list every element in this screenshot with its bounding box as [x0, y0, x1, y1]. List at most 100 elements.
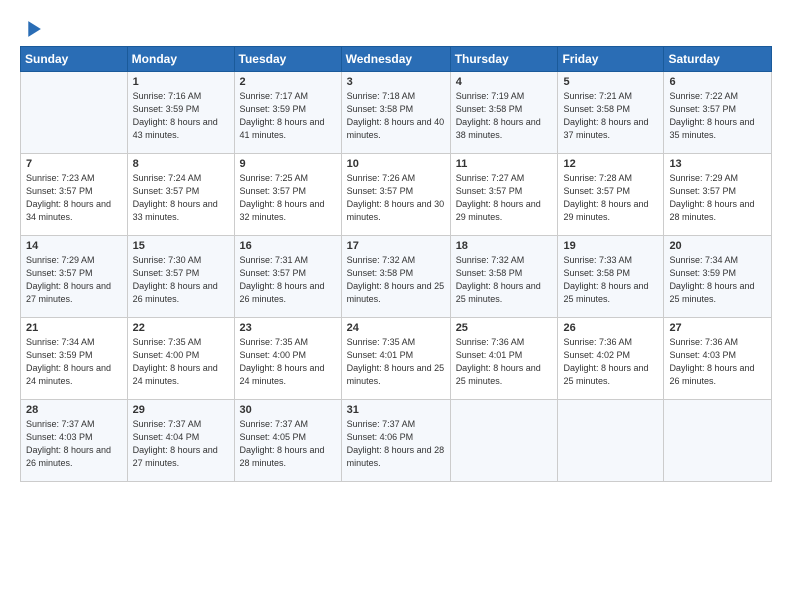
daylight-hours: Daylight: 8 hours and 34 minutes. [26, 199, 111, 222]
table-row: 28 Sunrise: 7:37 AM Sunset: 4:03 PM Dayl… [21, 400, 128, 482]
day-detail: Sunrise: 7:17 AM Sunset: 3:59 PM Dayligh… [240, 90, 336, 142]
sunrise-time: Sunrise: 7:26 AM [347, 173, 416, 183]
sunset-time: Sunset: 3:57 PM [563, 186, 630, 196]
day-number: 31 [347, 404, 445, 416]
daylight-hours: Daylight: 8 hours and 25 minutes. [347, 281, 445, 304]
daylight-hours: Daylight: 8 hours and 32 minutes. [240, 199, 325, 222]
table-row: 23 Sunrise: 7:35 AM Sunset: 4:00 PM Dayl… [234, 318, 341, 400]
table-row: 19 Sunrise: 7:33 AM Sunset: 3:58 PM Dayl… [558, 236, 664, 318]
table-row: 26 Sunrise: 7:36 AM Sunset: 4:02 PM Dayl… [558, 318, 664, 400]
sunrise-time: Sunrise: 7:19 AM [456, 91, 525, 101]
sunset-time: Sunset: 4:03 PM [669, 350, 736, 360]
calendar-body: 1 Sunrise: 7:16 AM Sunset: 3:59 PM Dayli… [21, 72, 772, 482]
day-number: 6 [669, 76, 766, 88]
day-number: 25 [456, 322, 553, 334]
day-detail: Sunrise: 7:32 AM Sunset: 3:58 PM Dayligh… [347, 254, 445, 306]
table-row: 31 Sunrise: 7:37 AM Sunset: 4:06 PM Dayl… [341, 400, 450, 482]
day-detail: Sunrise: 7:30 AM Sunset: 3:57 PM Dayligh… [133, 254, 229, 306]
day-detail: Sunrise: 7:22 AM Sunset: 3:57 PM Dayligh… [669, 90, 766, 142]
sunset-time: Sunset: 4:00 PM [240, 350, 307, 360]
day-number: 10 [347, 158, 445, 170]
day-detail: Sunrise: 7:36 AM Sunset: 4:01 PM Dayligh… [456, 336, 553, 388]
day-number: 30 [240, 404, 336, 416]
sunset-time: Sunset: 3:58 PM [456, 268, 523, 278]
day-number: 26 [563, 322, 658, 334]
table-row: 29 Sunrise: 7:37 AM Sunset: 4:04 PM Dayl… [127, 400, 234, 482]
sunset-time: Sunset: 4:01 PM [347, 350, 414, 360]
daylight-hours: Daylight: 8 hours and 35 minutes. [669, 117, 754, 140]
calendar-week-row: 14 Sunrise: 7:29 AM Sunset: 3:57 PM Dayl… [21, 236, 772, 318]
sunset-time: Sunset: 3:58 PM [563, 268, 630, 278]
daylight-hours: Daylight: 8 hours and 28 minutes. [240, 445, 325, 468]
table-row: 13 Sunrise: 7:29 AM Sunset: 3:57 PM Dayl… [664, 154, 772, 236]
header [20, 18, 772, 36]
sunrise-time: Sunrise: 7:35 AM [133, 337, 202, 347]
sunrise-time: Sunrise: 7:34 AM [669, 255, 738, 265]
sunrise-time: Sunrise: 7:29 AM [26, 255, 95, 265]
table-row: 25 Sunrise: 7:36 AM Sunset: 4:01 PM Dayl… [450, 318, 558, 400]
calendar-week-row: 7 Sunrise: 7:23 AM Sunset: 3:57 PM Dayli… [21, 154, 772, 236]
day-detail: Sunrise: 7:34 AM Sunset: 3:59 PM Dayligh… [669, 254, 766, 306]
day-detail: Sunrise: 7:16 AM Sunset: 3:59 PM Dayligh… [133, 90, 229, 142]
sunset-time: Sunset: 3:59 PM [133, 104, 200, 114]
day-number: 28 [26, 404, 122, 416]
day-number: 9 [240, 158, 336, 170]
daylight-hours: Daylight: 8 hours and 25 minutes. [669, 281, 754, 304]
sunset-time: Sunset: 4:03 PM [26, 432, 93, 442]
table-row: 14 Sunrise: 7:29 AM Sunset: 3:57 PM Dayl… [21, 236, 128, 318]
day-detail: Sunrise: 7:29 AM Sunset: 3:57 PM Dayligh… [669, 172, 766, 224]
col-thursday: Thursday [450, 47, 558, 72]
daylight-hours: Daylight: 8 hours and 26 minutes. [26, 445, 111, 468]
calendar-header-row: Sunday Monday Tuesday Wednesday Thursday… [21, 47, 772, 72]
daylight-hours: Daylight: 8 hours and 38 minutes. [456, 117, 541, 140]
day-number: 7 [26, 158, 122, 170]
daylight-hours: Daylight: 8 hours and 28 minutes. [669, 199, 754, 222]
col-tuesday: Tuesday [234, 47, 341, 72]
day-detail: Sunrise: 7:18 AM Sunset: 3:58 PM Dayligh… [347, 90, 445, 142]
daylight-hours: Daylight: 8 hours and 25 minutes. [347, 363, 445, 386]
sunset-time: Sunset: 4:04 PM [133, 432, 200, 442]
table-row: 17 Sunrise: 7:32 AM Sunset: 3:58 PM Dayl… [341, 236, 450, 318]
sunset-time: Sunset: 3:57 PM [240, 268, 307, 278]
day-number: 17 [347, 240, 445, 252]
day-detail: Sunrise: 7:31 AM Sunset: 3:57 PM Dayligh… [240, 254, 336, 306]
daylight-hours: Daylight: 8 hours and 41 minutes. [240, 117, 325, 140]
day-detail: Sunrise: 7:28 AM Sunset: 3:57 PM Dayligh… [563, 172, 658, 224]
sunrise-time: Sunrise: 7:37 AM [240, 419, 309, 429]
daylight-hours: Daylight: 8 hours and 25 minutes. [456, 363, 541, 386]
page: Sunday Monday Tuesday Wednesday Thursday… [0, 0, 792, 612]
day-number: 23 [240, 322, 336, 334]
col-sunday: Sunday [21, 47, 128, 72]
sunset-time: Sunset: 3:59 PM [669, 268, 736, 278]
day-number: 2 [240, 76, 336, 88]
table-row: 20 Sunrise: 7:34 AM Sunset: 3:59 PM Dayl… [664, 236, 772, 318]
sunrise-time: Sunrise: 7:30 AM [133, 255, 202, 265]
table-row: 27 Sunrise: 7:36 AM Sunset: 4:03 PM Dayl… [664, 318, 772, 400]
table-row [450, 400, 558, 482]
day-detail: Sunrise: 7:34 AM Sunset: 3:59 PM Dayligh… [26, 336, 122, 388]
day-number: 22 [133, 322, 229, 334]
sunrise-time: Sunrise: 7:25 AM [240, 173, 309, 183]
day-detail: Sunrise: 7:33 AM Sunset: 3:58 PM Dayligh… [563, 254, 658, 306]
day-detail: Sunrise: 7:29 AM Sunset: 3:57 PM Dayligh… [26, 254, 122, 306]
day-number: 21 [26, 322, 122, 334]
sunrise-time: Sunrise: 7:36 AM [669, 337, 738, 347]
sunrise-time: Sunrise: 7:33 AM [563, 255, 632, 265]
sunset-time: Sunset: 3:57 PM [669, 104, 736, 114]
table-row: 21 Sunrise: 7:34 AM Sunset: 3:59 PM Dayl… [21, 318, 128, 400]
sunset-time: Sunset: 3:59 PM [240, 104, 307, 114]
day-detail: Sunrise: 7:23 AM Sunset: 3:57 PM Dayligh… [26, 172, 122, 224]
table-row: 16 Sunrise: 7:31 AM Sunset: 3:57 PM Dayl… [234, 236, 341, 318]
sunset-time: Sunset: 3:57 PM [133, 186, 200, 196]
sunset-time: Sunset: 3:57 PM [26, 186, 93, 196]
table-row: 15 Sunrise: 7:30 AM Sunset: 3:57 PM Dayl… [127, 236, 234, 318]
day-number: 5 [563, 76, 658, 88]
daylight-hours: Daylight: 8 hours and 25 minutes. [456, 281, 541, 304]
sunrise-time: Sunrise: 7:31 AM [240, 255, 309, 265]
day-detail: Sunrise: 7:35 AM Sunset: 4:01 PM Dayligh… [347, 336, 445, 388]
day-number: 11 [456, 158, 553, 170]
sunrise-time: Sunrise: 7:32 AM [347, 255, 416, 265]
sunset-time: Sunset: 4:06 PM [347, 432, 414, 442]
day-number: 19 [563, 240, 658, 252]
sunrise-time: Sunrise: 7:22 AM [669, 91, 738, 101]
